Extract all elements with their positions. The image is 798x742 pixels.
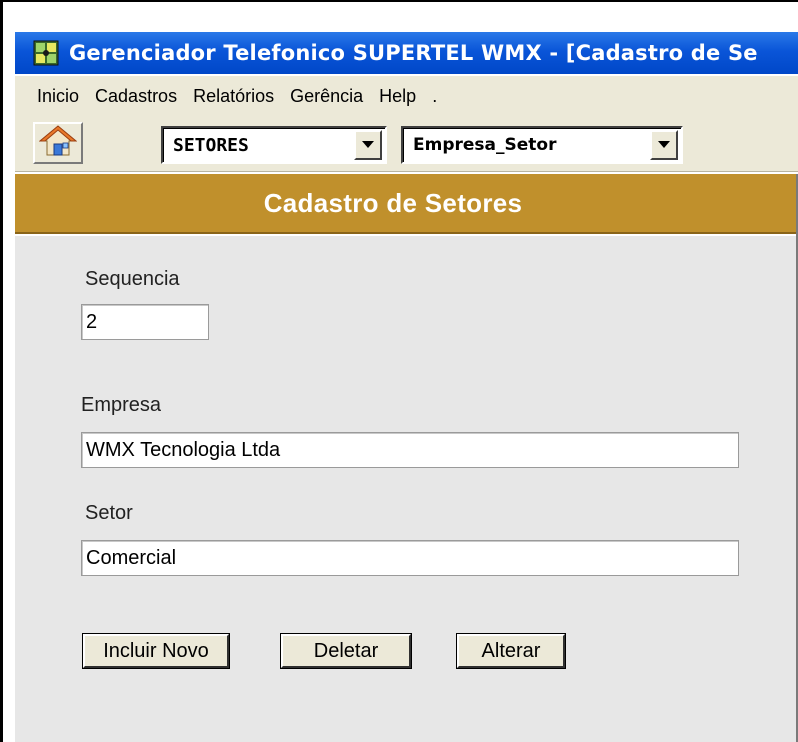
menu-gerencia[interactable]: Gerência [290, 86, 363, 107]
alterar-button[interactable]: Alterar [456, 633, 566, 669]
window-title: Gerenciador Telefonico SUPERTEL WMX - [C… [69, 41, 758, 65]
menu-inicio[interactable]: Inicio [37, 86, 79, 107]
page-title: Cadastro de Setores [263, 187, 523, 218]
top-margin [3, 2, 798, 14]
empresa-label: Empresa [81, 394, 162, 416]
home-icon [38, 124, 78, 162]
form-panel: Sequencia 2 Empresa WMX Tecnologia Ltda … [15, 236, 798, 742]
incluir-novo-button[interactable]: Incluir Novo [82, 633, 230, 669]
setor-label: Setor [85, 502, 133, 524]
app-window: Gerenciador Telefonico SUPERTEL WMX - [C… [0, 0, 798, 742]
view-select-value: Empresa_Setor [413, 135, 557, 155]
empresa-value: WMX Tecnologia Ltda [86, 438, 281, 461]
deletar-button[interactable]: Deletar [280, 633, 412, 669]
menu-help[interactable]: Help [379, 86, 416, 107]
sequencia-value: 2 [86, 310, 98, 333]
table-select-value: SETORES [173, 134, 249, 156]
title-bar[interactable]: Gerenciador Telefonico SUPERTEL WMX - [C… [15, 32, 798, 74]
menu-bar: Inicio Cadastros Relatórios Gerência Hel… [15, 76, 798, 116]
app-icon [33, 40, 59, 66]
table-select[interactable]: SETORES [161, 126, 387, 164]
sequencia-field[interactable]: 2 [81, 304, 209, 340]
chevron-down-icon[interactable] [354, 130, 382, 160]
setor-value: Comercial [86, 546, 177, 569]
setor-field[interactable]: Comercial [81, 540, 739, 576]
sequencia-label: Sequencia [85, 268, 180, 290]
menu-cadastros[interactable]: Cadastros [95, 86, 177, 107]
section-header: Cadastro de Setores [15, 174, 798, 234]
view-select[interactable]: Empresa_Setor [401, 126, 683, 164]
chevron-down-icon[interactable] [650, 130, 678, 160]
empresa-field[interactable]: WMX Tecnologia Ltda [81, 432, 739, 468]
home-button[interactable] [33, 122, 83, 164]
menu-relatorios[interactable]: Relatórios [193, 86, 274, 107]
toolbar: SETORES Empresa_Setor [15, 116, 798, 172]
menu-extra[interactable]: . [432, 86, 437, 107]
